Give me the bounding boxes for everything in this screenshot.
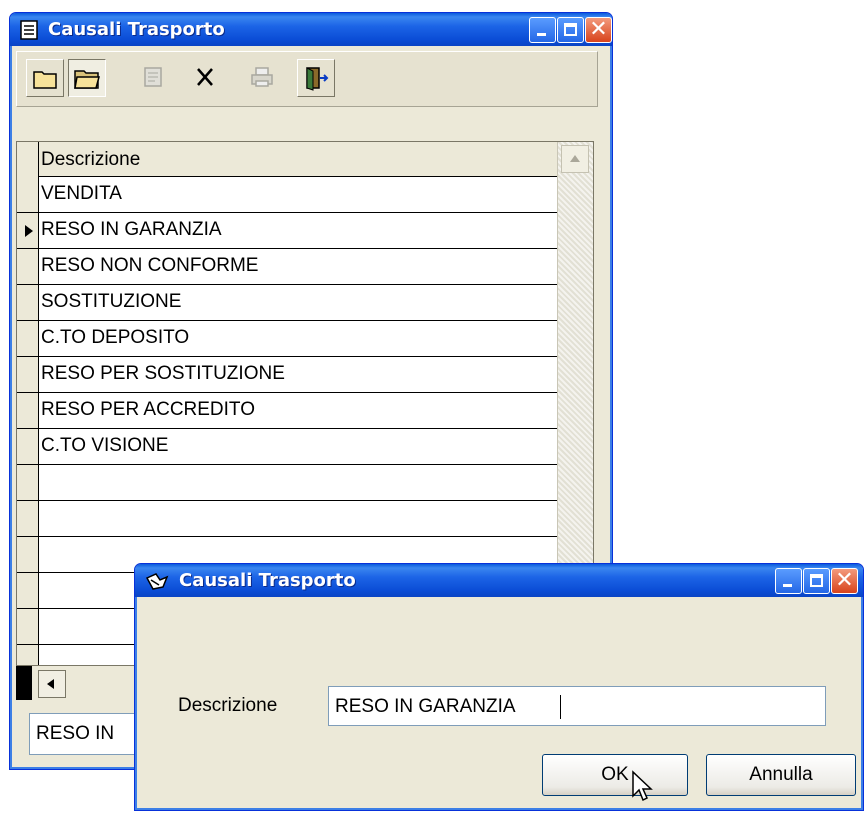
cell-descrizione: C.TO DEPOSITO	[41, 327, 190, 348]
row-indicator[interactable]	[17, 213, 39, 249]
cell-descrizione: RESO IN GARANZIA	[41, 219, 222, 240]
column-header-descrizione[interactable]: Descrizione	[39, 142, 577, 177]
description-label: Descrizione	[178, 695, 278, 716]
minimize-icon	[537, 33, 546, 36]
dialog-title: Causali Trasporto	[179, 570, 356, 591]
description-detail-value: RESO IN	[36, 723, 115, 744]
close-icon: ✕	[589, 17, 608, 42]
cell-descrizione: RESO PER SOSTITUZIONE	[41, 363, 285, 384]
minimize-icon	[783, 584, 792, 587]
table-row[interactable]: C.TO VISIONE	[39, 429, 577, 465]
exit-door-icon	[306, 67, 329, 91]
row-indicator[interactable]	[17, 573, 39, 609]
table-row[interactable]: RESO PER SOSTITUZIONE	[39, 357, 577, 393]
record-selector-corner	[16, 666, 32, 700]
mouse-cursor-icon	[632, 770, 653, 802]
edit-button[interactable]	[135, 59, 173, 97]
text-caret	[560, 695, 561, 719]
cell-descrizione: RESO PER ACCREDITO	[41, 399, 255, 420]
main-window-title: Causali Trasporto	[48, 19, 225, 40]
delete-button[interactable]	[187, 59, 225, 97]
maximize-icon	[564, 23, 577, 36]
cell-descrizione: SOSTITUZIONE	[41, 291, 182, 312]
dialog-titlebar[interactable]: Causali Trasporto ✕	[135, 564, 863, 597]
row-indicator[interactable]	[17, 357, 39, 393]
dialog-maximize-button[interactable]	[803, 568, 830, 594]
row-indicator[interactable]	[17, 285, 39, 321]
maximize-button[interactable]	[557, 17, 584, 43]
print-button[interactable]	[244, 59, 282, 97]
printer-icon	[251, 67, 273, 87]
row-indicator[interactable]	[17, 429, 39, 465]
row-indicator[interactable]	[17, 177, 39, 213]
exit-button[interactable]	[297, 59, 335, 97]
toolbar	[16, 51, 598, 107]
table-row[interactable]: RESO PER ACCREDITO	[39, 393, 577, 429]
cell-descrizione: VENDITA	[41, 183, 122, 204]
maximize-icon	[810, 574, 823, 587]
current-row-arrow-icon	[25, 225, 33, 237]
edit-icon	[144, 67, 162, 87]
description-input[interactable]: RESO IN GARANZIA	[328, 686, 826, 726]
table-row[interactable]: SOSTITUZIONE	[39, 285, 577, 321]
notepad-icon	[20, 20, 38, 40]
ok-button[interactable]: OK	[542, 754, 688, 796]
dialog-minimize-button[interactable]	[775, 568, 802, 594]
scroll-up-button[interactable]	[561, 145, 589, 173]
table-row[interactable]	[39, 501, 577, 537]
row-indicator[interactable]	[17, 537, 39, 573]
delete-x-icon	[197, 68, 213, 86]
scroll-left-button[interactable]	[38, 670, 66, 698]
row-indicator[interactable]	[17, 501, 39, 537]
dialog-close-button[interactable]: ✕	[831, 568, 858, 594]
cell-descrizione: C.TO VISIONE	[41, 435, 169, 456]
app-icon	[145, 573, 169, 590]
open-button[interactable]	[68, 59, 106, 97]
main-titlebar[interactable]: Causali Trasporto ✕	[10, 13, 612, 46]
column-header-label: Descrizione	[41, 149, 141, 170]
row-indicator[interactable]	[17, 249, 39, 285]
table-row[interactable]: RESO IN GARANZIA	[39, 213, 577, 249]
folder-closed-icon	[33, 71, 57, 89]
cell-descrizione: RESO NON CONFORME	[41, 255, 259, 276]
row-indicator[interactable]	[17, 393, 39, 429]
new-button[interactable]	[26, 59, 64, 97]
close-icon: ✕	[835, 568, 854, 593]
folder-open-icon	[74, 70, 100, 89]
row-indicator[interactable]	[17, 609, 39, 645]
close-button[interactable]: ✕	[585, 17, 612, 43]
table-row[interactable]	[39, 465, 577, 501]
cancel-button[interactable]: Annulla	[706, 754, 856, 796]
table-row[interactable]: VENDITA	[39, 177, 577, 213]
table-row[interactable]: C.TO DEPOSITO	[39, 321, 577, 357]
description-input-value: RESO IN GARANZIA	[335, 696, 516, 717]
row-indicator[interactable]	[17, 321, 39, 357]
minimize-button[interactable]	[529, 17, 556, 43]
row-indicator[interactable]	[17, 465, 39, 501]
table-row[interactable]: RESO NON CONFORME	[39, 249, 577, 285]
